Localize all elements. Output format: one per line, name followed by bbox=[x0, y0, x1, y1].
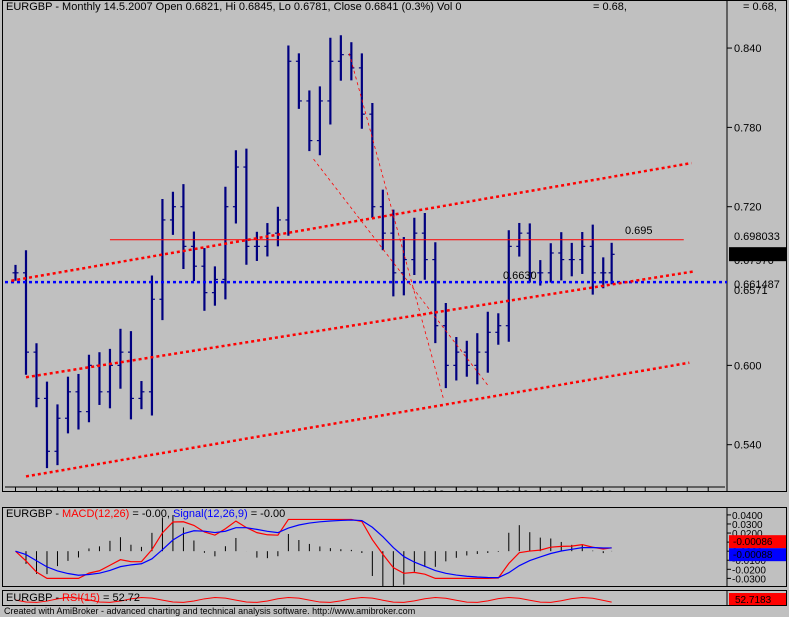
x-tick-label: 2000 bbox=[462, 489, 486, 492]
x-tick-label: 1992 bbox=[294, 489, 318, 492]
signal-tag-label: -0.00088 bbox=[733, 550, 773, 561]
x-tick-label: 2002 bbox=[504, 489, 528, 492]
signal-label: Signal(12,26,9) bbox=[173, 508, 248, 520]
price-pane[interactable]: 0.840 0.780 0.720 0.600 0.540 1980 1982 1984 198… bbox=[2, 0, 787, 492]
rsi-pane[interactable]: 52.7183 EURGBP - RSI(15) = 52.72 bbox=[2, 590, 787, 606]
rsi-value: = 52.72 bbox=[103, 592, 141, 604]
macd-pane[interactable]: 0.04000.03000.02000.01000.0000-0.0100-0.… bbox=[2, 507, 787, 587]
y-tick-label: 0.780 bbox=[734, 122, 762, 134]
x-tick-label: 1994 bbox=[336, 489, 360, 492]
y-tick-label: 0.840 bbox=[734, 43, 762, 55]
x-tick-label: 2004 bbox=[546, 489, 570, 492]
rsi-label: RSI(15) bbox=[62, 592, 100, 604]
price-tag-label: 0.67976 bbox=[734, 255, 774, 267]
fan-line bbox=[313, 158, 489, 386]
rsi-pane-header: EURGBP - RSI(15) = 52.72 bbox=[6, 592, 141, 604]
price-chart-svg: 0.840 0.780 0.720 0.600 0.540 1980 1982 1984 198… bbox=[5, 1, 786, 492]
macd-label: MACD(12,26) bbox=[62, 508, 130, 520]
channel-line bbox=[11, 161, 692, 282]
amibroker-chart-window: 0.840 0.780 0.720 0.600 0.540 1980 1982 1984 198… bbox=[0, 0, 789, 617]
header-vol: Vol 0 bbox=[437, 1, 462, 13]
x-tick-label: 1980 bbox=[42, 489, 66, 492]
y-tick-label: 0.540 bbox=[734, 440, 762, 452]
footer-credit: Created with AmiBroker - advanced charti… bbox=[4, 606, 416, 616]
price-tag-label: 0.6571 bbox=[734, 285, 768, 297]
header-lo: Lo 0.6781 bbox=[278, 1, 328, 13]
channel-line bbox=[25, 361, 690, 478]
rsi-tag-label: 52.7183 bbox=[735, 595, 772, 606]
header-hi: Hi 0.6845 bbox=[225, 1, 273, 13]
y-tick-label: 0.600 bbox=[734, 360, 762, 372]
macd-tag-label: -0.00086 bbox=[733, 537, 773, 548]
fan-line bbox=[348, 53, 445, 400]
signal-line bbox=[15, 519, 612, 579]
macd-symbol: EURGBP bbox=[6, 508, 53, 520]
macd-value: = -0.00, bbox=[132, 508, 170, 520]
signal-value: = -0.00 bbox=[250, 508, 286, 520]
header-period: Monthly bbox=[62, 1, 101, 13]
macd-line bbox=[15, 518, 612, 579]
support-label-663: 0.6630 bbox=[503, 270, 537, 282]
x-tick-label: 1990 bbox=[252, 489, 276, 492]
x-tick-label: 1998 bbox=[420, 489, 444, 492]
header-mid-value: = 0.68, bbox=[593, 1, 627, 13]
header-symbol: EURGBP bbox=[6, 1, 53, 13]
rsi-symbol: EURGBP bbox=[6, 592, 53, 604]
x-tick-label: 2006 bbox=[588, 489, 612, 492]
price-pane-header: EURGBP - Monthly 14.5.2007 Open 0.6821, … bbox=[6, 1, 462, 13]
x-tick-label: 1986 bbox=[168, 489, 192, 492]
header-close: Close 0.6841 (0.3%) bbox=[333, 1, 434, 13]
x-tick-label: 1984 bbox=[126, 489, 150, 492]
header-right-value: = 0.68, bbox=[743, 1, 777, 13]
y-tick-label: 0.720 bbox=[734, 202, 762, 214]
x-tick-label: 1988 bbox=[210, 489, 234, 492]
x-tick-label: 1996 bbox=[378, 489, 402, 492]
header-open: Open 0.6821 bbox=[155, 1, 220, 13]
price-tag-label: 0.698033 bbox=[734, 231, 780, 243]
macd-y-label: -0.0300 bbox=[732, 574, 766, 585]
resistance-label-695: 0.695 bbox=[625, 225, 653, 237]
header-date: 14.5.2007 bbox=[103, 1, 153, 13]
macd-pane-header: EURGBP - MACD(12,26) = -0.00, Signal(12,… bbox=[6, 508, 286, 520]
x-tick-label: 1982 bbox=[84, 489, 108, 492]
